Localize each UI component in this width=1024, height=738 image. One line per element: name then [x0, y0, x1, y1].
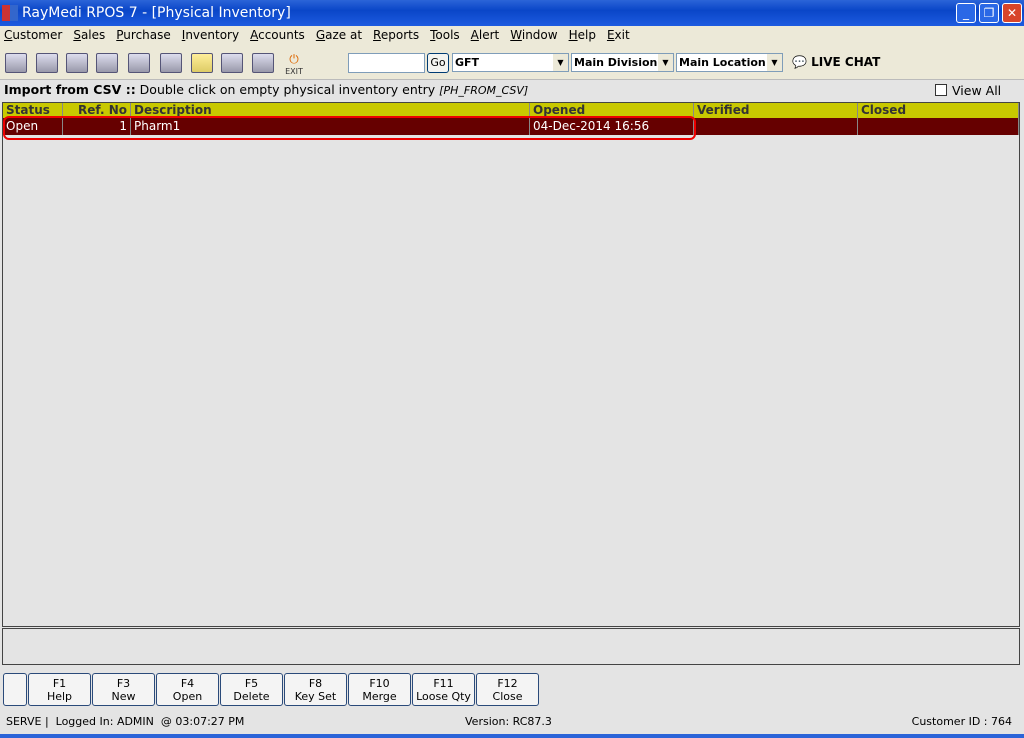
- restore-button[interactable]: ❐: [979, 3, 999, 23]
- chat-icon: 💬: [792, 55, 807, 69]
- fkey-label: Loose Qty: [416, 690, 471, 703]
- window-border: [0, 734, 1024, 738]
- highlight-annotation: [3, 116, 696, 140]
- fkey-key: F10: [369, 677, 390, 690]
- location-select[interactable]: Main Location ▼: [676, 53, 783, 72]
- live-chat-button[interactable]: 💬 LIVE CHAT: [792, 55, 880, 69]
- col-closed[interactable]: Closed: [858, 103, 1019, 118]
- cell-closed: [858, 118, 1019, 135]
- fkey-key: F8: [308, 677, 323, 690]
- f4-open-button[interactable]: F4 Open: [156, 673, 219, 706]
- live-chat-label: LIVE CHAT: [811, 55, 881, 69]
- search-input[interactable]: [348, 53, 425, 73]
- inventory-table: Status Ref. No Description Opened Verifi…: [2, 102, 1020, 627]
- function-keys: F1 Help F3 New F4 Open F5 Delete F8 Key Set F…: [3, 673, 540, 706]
- fkey-label: Open: [172, 690, 203, 703]
- division-select[interactable]: Main Division ▼: [571, 53, 674, 72]
- window-title: RayMedi RPOS 7 - [Physical Inventory]: [22, 5, 291, 21]
- cell-verified: [694, 118, 858, 135]
- fkey-key: F5: [244, 677, 259, 690]
- menu-purchase[interactable]: Purchase: [116, 26, 171, 46]
- document-icon[interactable]: [5, 53, 27, 73]
- gft-select-value: GFT: [455, 56, 480, 69]
- sales-cart-icon[interactable]: [36, 53, 58, 73]
- f3-new-button[interactable]: F3 New: [92, 673, 155, 706]
- f12-close-button[interactable]: F12 Close: [476, 673, 539, 706]
- barcode-icon[interactable]: [96, 53, 118, 73]
- info-title: Import from CSV ::: [4, 82, 136, 97]
- checkbox-icon: [935, 84, 947, 96]
- printer-icon[interactable]: [66, 53, 88, 73]
- fkey-key: F12: [497, 677, 518, 690]
- chart-icon[interactable]: [252, 53, 274, 73]
- menu-tools[interactable]: Tools: [430, 26, 460, 46]
- chevron-down-icon: ▼: [767, 54, 782, 71]
- fkey-key: F4: [180, 677, 195, 690]
- menu-customer[interactable]: Customer: [4, 26, 62, 46]
- list-icon[interactable]: [128, 53, 150, 73]
- users-icon[interactable]: [221, 53, 243, 73]
- version-text: Version: RC87.3: [465, 715, 552, 728]
- fkey-blank: [3, 673, 27, 706]
- f1-help-button[interactable]: F1 Help: [28, 673, 91, 706]
- menu-exit[interactable]: Exit: [607, 26, 630, 46]
- customer-id: Customer ID : 764: [911, 715, 1012, 728]
- fkey-label: Help: [46, 690, 73, 703]
- menu-bar: Customer Sales Purchase Inventory Accoun…: [0, 26, 1024, 46]
- f11-loose-qty-button[interactable]: F11 Loose Qty: [412, 673, 475, 706]
- menu-reports[interactable]: Reports: [373, 26, 419, 46]
- chevron-down-icon: ▼: [658, 54, 673, 71]
- status-bar: SERVE | Logged In: ADMIN @ 03:07:27 PM V…: [0, 712, 1024, 734]
- title-bar: RayMedi RPOS 7 - [Physical Inventory] _ …: [0, 0, 1024, 26]
- f5-delete-button[interactable]: F5 Delete: [220, 673, 283, 706]
- purchase-cart-icon[interactable]: [160, 53, 182, 73]
- col-verified[interactable]: Verified: [694, 103, 858, 118]
- folder-icon[interactable]: [191, 53, 213, 73]
- power-icon: ⏻: [289, 52, 299, 66]
- menu-sales[interactable]: Sales: [73, 26, 105, 46]
- menu-accounts[interactable]: Accounts: [250, 26, 305, 46]
- view-all-label: View All: [952, 83, 1002, 98]
- go-button[interactable]: Go: [427, 53, 449, 73]
- app-logo-icon: [2, 5, 18, 21]
- chevron-down-icon: ▼: [553, 54, 568, 71]
- f10-merge-button[interactable]: F10 Merge: [348, 673, 411, 706]
- fkey-label: Key Set: [294, 690, 337, 703]
- info-line: Import from CSV :: Double click on empty…: [4, 82, 528, 97]
- fkey-label: Merge: [362, 690, 397, 703]
- info-text: Double click on empty physical inventory…: [135, 82, 440, 97]
- location-select-value: Main Location: [679, 56, 766, 69]
- division-select-value: Main Division: [574, 56, 658, 69]
- menu-inventory[interactable]: Inventory: [182, 26, 239, 46]
- menu-gaze-at[interactable]: Gaze at: [316, 26, 362, 46]
- minimize-button[interactable]: _: [956, 3, 976, 23]
- fkey-label: Close: [492, 690, 523, 703]
- close-button[interactable]: ✕: [1002, 3, 1022, 23]
- fkey-label: New: [111, 690, 136, 703]
- fkey-key: F3: [116, 677, 131, 690]
- login-status: SERVE | Logged In: ADMIN @ 03:07:27 PM: [6, 715, 245, 728]
- info-code: [PH_FROM_CSV]: [439, 84, 529, 97]
- exit-button[interactable]: ⏻ EXIT: [282, 52, 306, 76]
- fkey-label: Delete: [233, 690, 270, 703]
- exit-label: EXIT: [285, 67, 303, 76]
- gft-select[interactable]: GFT ▼: [452, 53, 569, 72]
- fkey-key: F1: [52, 677, 67, 690]
- menu-window[interactable]: Window: [510, 26, 557, 46]
- fkey-key: F11: [433, 677, 454, 690]
- f8-key-set-button[interactable]: F8 Key Set: [284, 673, 347, 706]
- menu-help[interactable]: Help: [569, 26, 596, 46]
- detail-panel: [2, 628, 1020, 665]
- view-all-checkbox[interactable]: View All: [935, 83, 1001, 98]
- menu-alert[interactable]: Alert: [471, 26, 500, 46]
